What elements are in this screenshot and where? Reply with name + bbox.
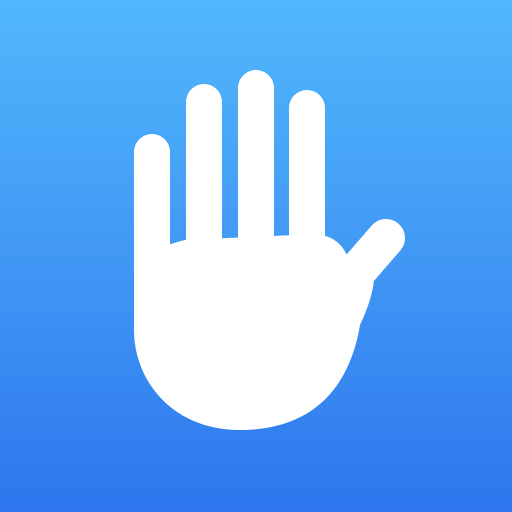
hand-icon	[134, 70, 405, 430]
app-icon-background	[0, 0, 512, 512]
palm	[134, 234, 374, 430]
